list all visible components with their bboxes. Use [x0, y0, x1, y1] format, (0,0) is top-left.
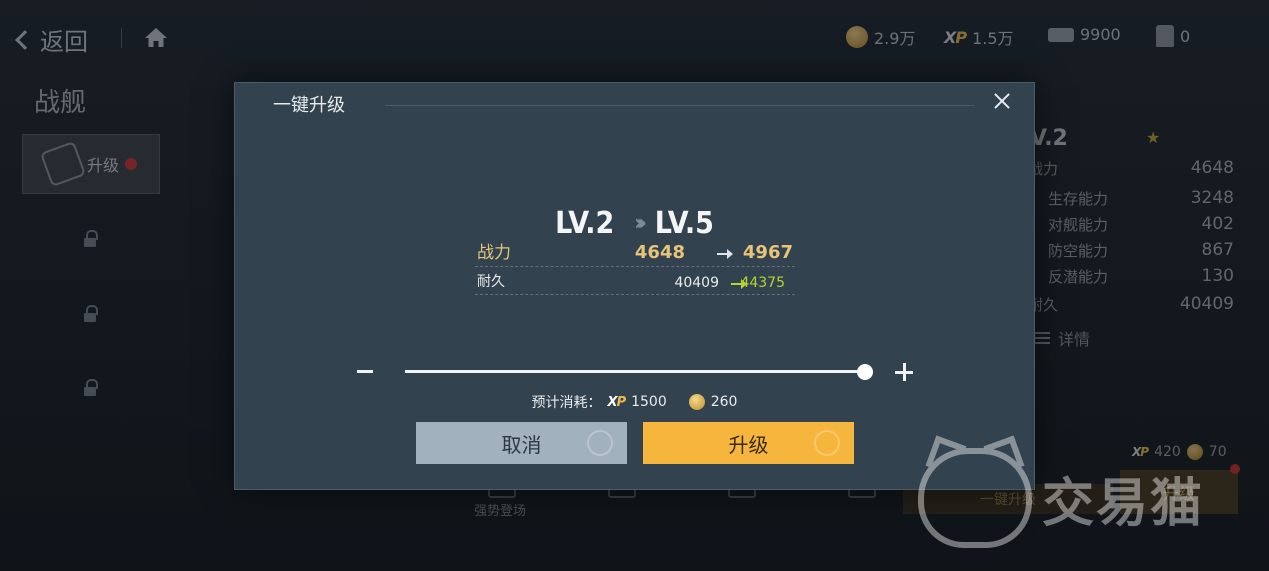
button-decoration	[814, 430, 840, 456]
stat-row: 生存能力 3248	[1028, 188, 1234, 209]
one-key-upgrade-dialog: 一键升级 LV.2 ››› LV.5 战力 4648 4967 耐久 40409…	[234, 82, 1035, 490]
lock-icon	[84, 230, 98, 248]
gold-cost: 70	[1208, 444, 1227, 460]
cat-logo-icon	[918, 448, 1032, 548]
chevron-left-icon	[15, 29, 35, 50]
plus-button[interactable]	[895, 363, 913, 381]
minus-button[interactable]	[357, 370, 373, 373]
estimated-cost: 预计消耗： XP 1500 260	[235, 392, 1034, 412]
stat-label: 防空能力	[1048, 242, 1109, 260]
button-decoration	[587, 430, 613, 456]
power-label: 战力	[477, 243, 511, 263]
home-icon[interactable]	[144, 26, 168, 48]
cancel-button[interactable]: 取消	[416, 422, 627, 464]
durability-label: 耐久	[477, 274, 505, 290]
ammo-resource: 0	[1156, 25, 1190, 47]
slider-thumb[interactable]	[857, 364, 873, 380]
stat-row: 防空能力 867	[1028, 240, 1234, 261]
header-divider	[121, 28, 122, 48]
stat-label: 反潜能力	[1048, 268, 1109, 286]
xp-cost: 1500	[631, 394, 667, 410]
xp-icon: XP	[944, 27, 967, 47]
notification-dot	[1230, 464, 1240, 474]
fuel-resource: 9900	[1048, 25, 1121, 44]
stat-row: 耐久 40409	[1028, 294, 1234, 315]
stat-label: 对舰能力	[1048, 216, 1109, 234]
stat-value: 4648	[1190, 158, 1234, 178]
ships-title: 战舰	[34, 88, 87, 118]
power-from: 4648	[634, 242, 685, 263]
details-link[interactable]: 详情	[1034, 326, 1090, 350]
level-from: LV.2	[555, 206, 615, 241]
stat-value: 40409	[1179, 294, 1234, 314]
lock-icon	[84, 305, 98, 323]
level-change: LV.2 ››› LV.5	[235, 206, 1034, 241]
power-to: 4967	[742, 242, 793, 263]
xp-icon: XP	[607, 394, 627, 410]
lock-icon	[84, 379, 98, 397]
ammo-icon	[1156, 25, 1174, 47]
gold-resource: 2.9万	[846, 25, 915, 49]
gold-cost: 260	[710, 394, 738, 410]
watermark-text: 交易猫	[1042, 473, 1205, 534]
stat-row: 反潜能力 130	[1028, 266, 1234, 287]
level-slider[interactable]	[405, 370, 865, 373]
gold-coin-icon	[846, 26, 868, 48]
stat-value: 402	[1201, 214, 1234, 234]
arrow-right-icon	[717, 249, 733, 259]
cancel-label: 取消	[501, 432, 542, 457]
gold-amount: 2.9万	[874, 29, 916, 48]
ammo-amount: 0	[1180, 26, 1191, 46]
stat-row: 对舰能力 402	[1028, 214, 1234, 235]
xp-amount: 1.5万	[972, 29, 1014, 48]
level-to: LV.5	[654, 206, 714, 241]
watermark: 交易猫	[918, 448, 1204, 548]
power-row: 战力 4648 4967	[475, 239, 795, 267]
header-divider	[385, 105, 974, 106]
menu-icon	[1034, 332, 1050, 344]
upgrade-tab-label: 升级	[86, 156, 119, 175]
durability-from: 40409	[674, 275, 719, 291]
star-icon: ★	[1146, 128, 1161, 147]
gold-coin-icon	[688, 394, 705, 410]
confirm-upgrade-button[interactable]: 升级	[643, 422, 854, 464]
fuel-icon	[1048, 27, 1074, 42]
dialog-title: 一键升级	[273, 95, 345, 116]
back-button[interactable]: 返回	[15, 22, 88, 57]
back-label: 返回	[40, 28, 88, 56]
fuel-amount: 9900	[1080, 25, 1121, 44]
stat-value: 3248	[1190, 188, 1234, 208]
notification-dot	[125, 158, 137, 170]
stat-value: 130	[1201, 266, 1234, 286]
triple-chevron-right-icon: ›››	[634, 211, 647, 236]
durability-row: 耐久 40409 44375	[475, 267, 795, 295]
ship-level: V.2	[1030, 126, 1068, 151]
upgrade-tab[interactable]: 升级	[22, 134, 160, 194]
stat-row: 战力 4648	[1028, 158, 1234, 179]
xp-resource: XP 1.5万	[944, 25, 1014, 49]
stat-change-table: 战力 4648 4967 耐久 40409 44375	[475, 239, 795, 295]
close-icon[interactable]	[992, 91, 1012, 111]
cost-label: 预计消耗：	[531, 395, 602, 411]
details-label: 详情	[1058, 330, 1091, 349]
upgrade-label: 升级	[728, 432, 769, 457]
stat-label: 生存能力	[1048, 190, 1109, 208]
stat-value: 867	[1201, 240, 1234, 260]
durability-to: 44375	[740, 275, 785, 291]
wrench-icon	[39, 140, 87, 188]
